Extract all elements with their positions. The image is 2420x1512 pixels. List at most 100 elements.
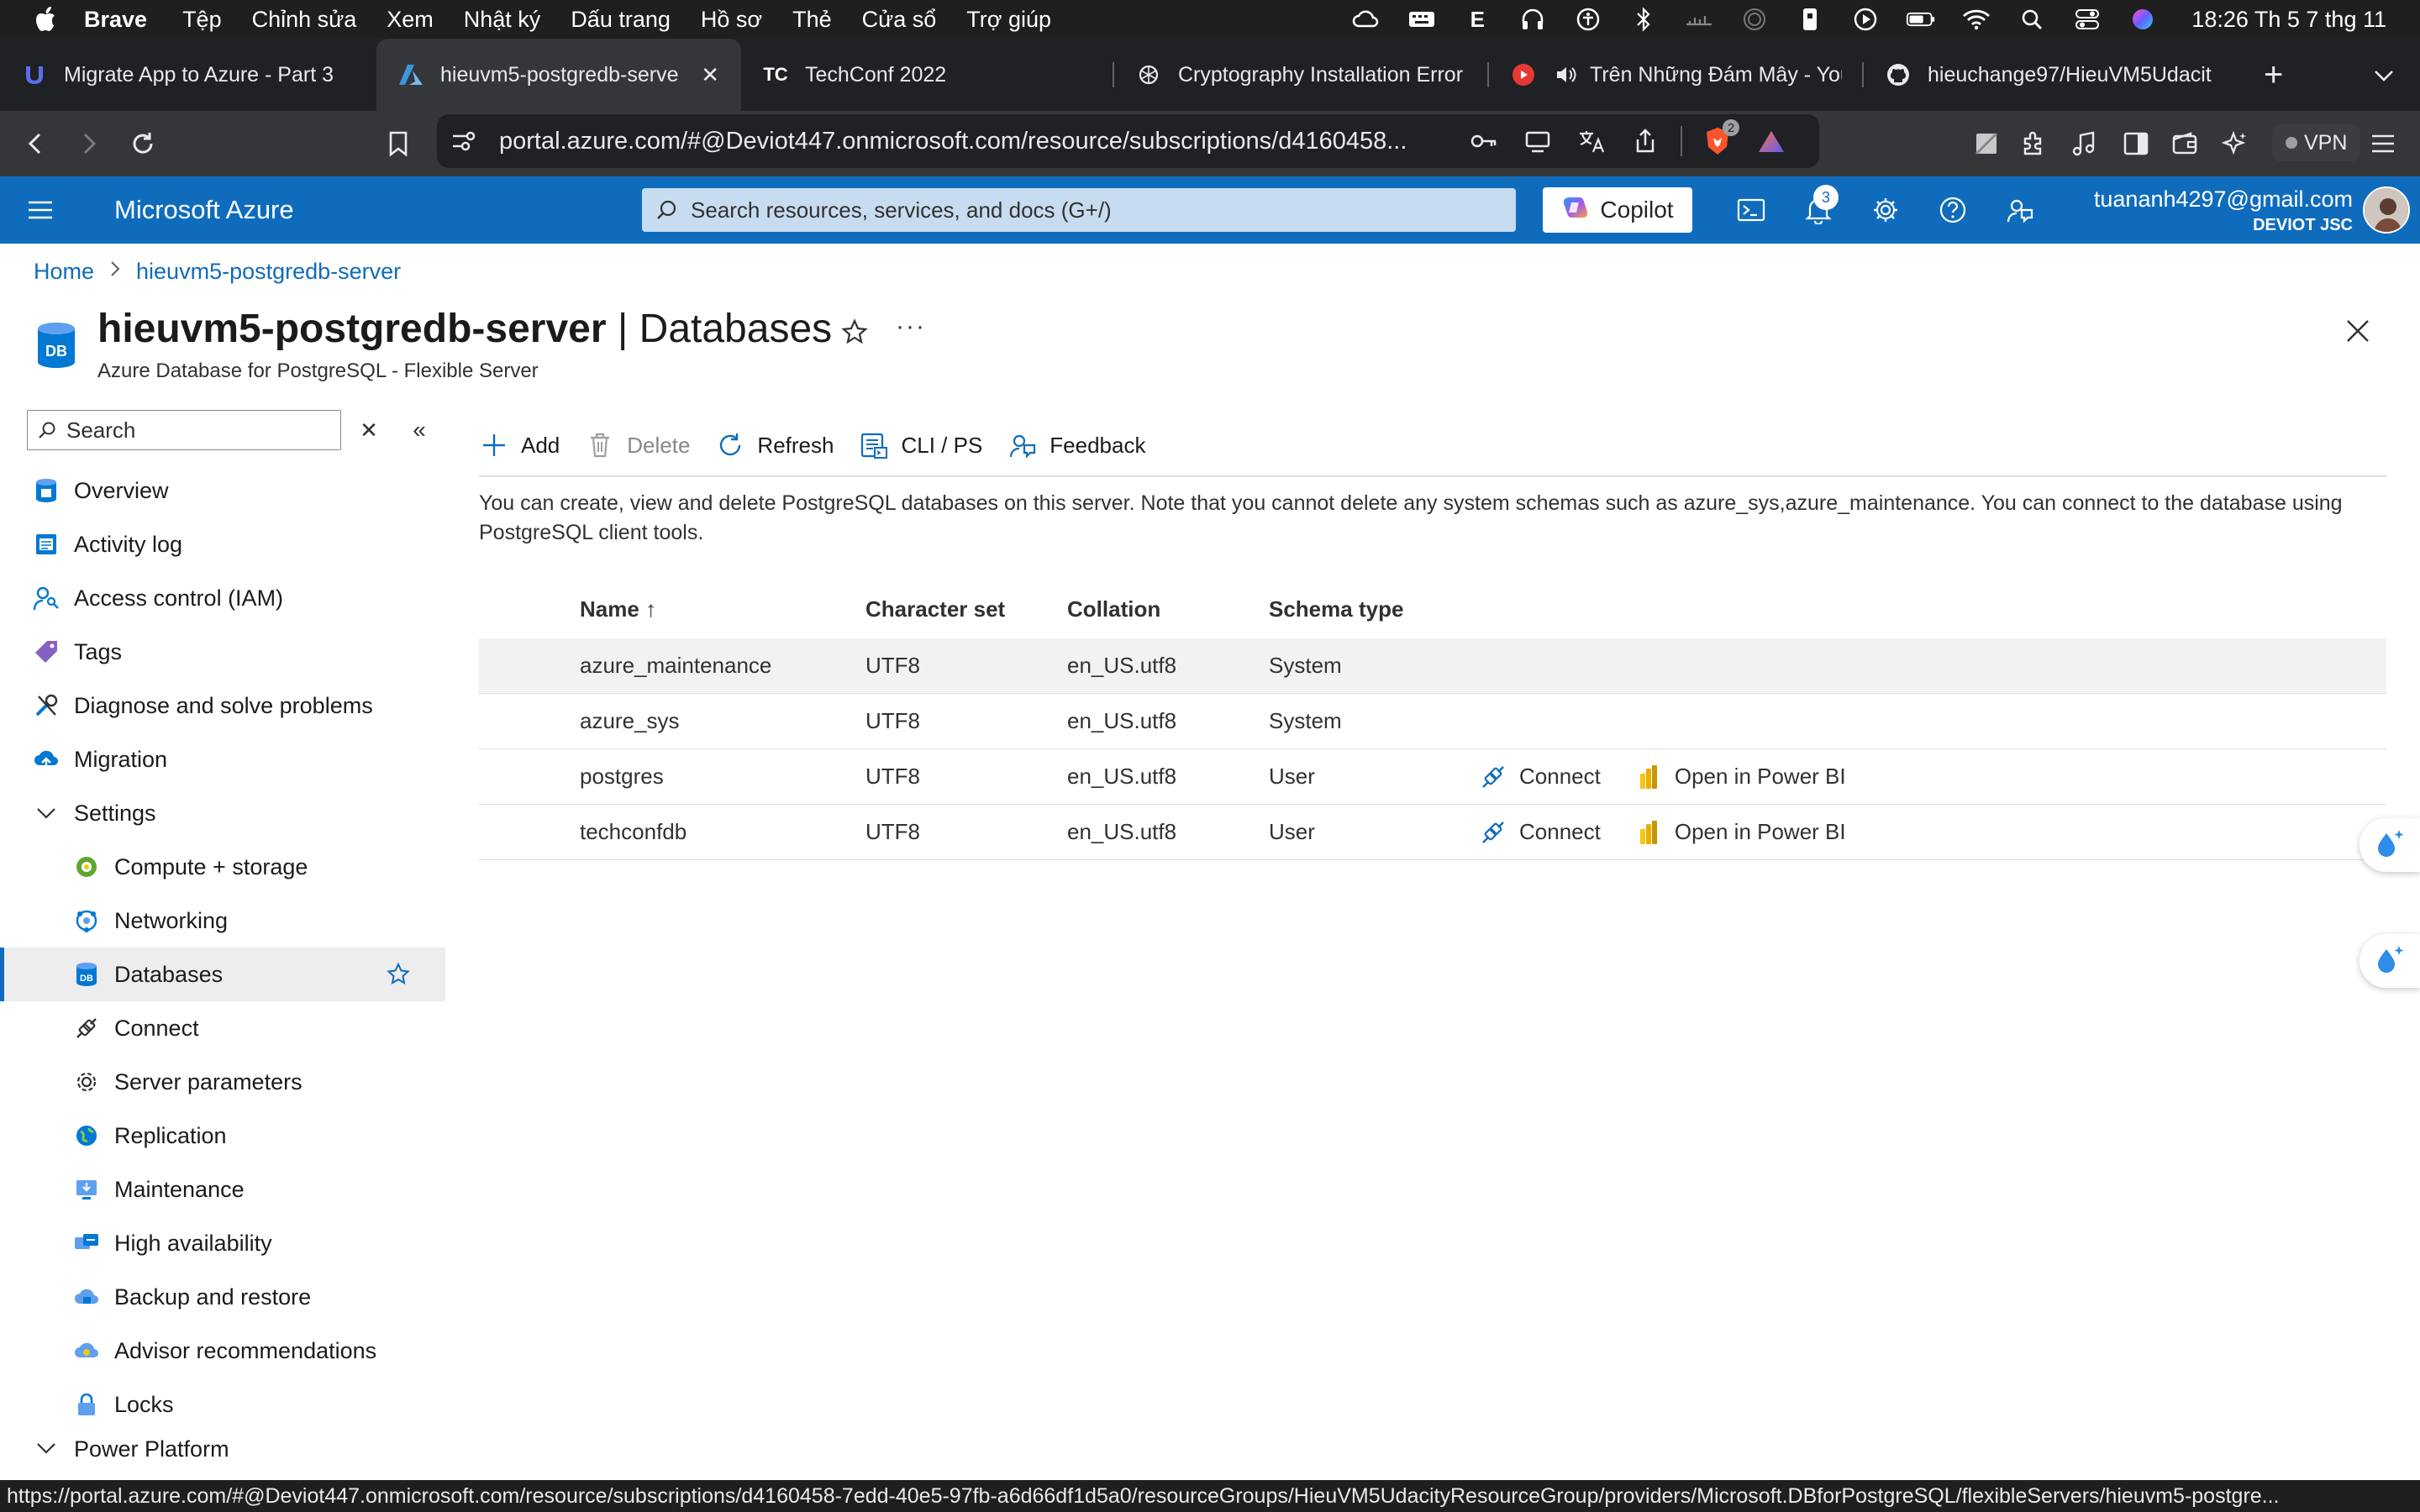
tab-azure-portal[interactable]: hieuvm5-postgredb-serve ✕ — [376, 39, 741, 111]
battery-icon[interactable] — [1906, 7, 1936, 32]
cloud-sync-icon[interactable] — [1351, 7, 1381, 32]
back-arrow-icon[interactable] — [17, 125, 54, 162]
column-header-charset[interactable]: Character set — [865, 596, 1067, 622]
tab-github[interactable]: hieuchange97/HieuVM5Udacit — [1864, 39, 2238, 111]
site-settings-icon[interactable] — [447, 129, 481, 153]
column-header-schema-type[interactable]: Schema type — [1269, 596, 1479, 622]
tab-youtube[interactable]: Trên Những Đám Mây - You — [1489, 39, 1864, 111]
brave-shields-icon[interactable]: 2 — [1699, 119, 1739, 158]
cloud-shell-icon[interactable] — [1734, 193, 1768, 227]
sidebar-item-diagnose[interactable]: Diagnose and solve problems — [0, 679, 445, 732]
column-header-collation[interactable]: Collation — [1067, 596, 1269, 622]
more-options-button[interactable]: ··· — [896, 312, 926, 341]
siri-icon[interactable] — [2128, 7, 2158, 32]
feedback-button[interactable]: Feedback — [1007, 430, 1145, 460]
help-question-icon[interactable] — [1936, 193, 1970, 227]
activity-monitor-icon[interactable] — [1684, 7, 1714, 32]
extensions-puzzle-icon[interactable] — [2015, 125, 2052, 162]
control-center-icon[interactable] — [2072, 7, 2102, 32]
breadcrumb-server[interactable]: hieuvm5-postgredb-server — [136, 259, 401, 285]
tab-chatgpt[interactable]: Cryptography Installation Error — [1114, 39, 1489, 111]
close-blade-icon[interactable] — [2341, 314, 2375, 348]
keyboard-icon[interactable] — [1407, 7, 1437, 32]
menu-tab[interactable]: Thẻ — [792, 7, 832, 33]
browser-menu-icon[interactable] — [2365, 125, 2402, 162]
menu-bookmarks[interactable]: Dấu trang — [571, 7, 671, 33]
leo-ai-icon[interactable] — [2217, 125, 2254, 162]
tab-techconf[interactable]: TC TechConf 2022 — [741, 39, 1114, 111]
open-in-power-bi-button[interactable]: Open in Power BI — [1634, 763, 1846, 791]
reload-icon[interactable] — [124, 125, 161, 162]
feedback-person-icon[interactable] — [2003, 193, 2037, 227]
menubar-clock[interactable]: 18:26 Th 5 7 thg 11 — [2191, 7, 2386, 33]
translate-icon[interactable] — [1573, 124, 1610, 158]
connect-button[interactable]: Connect — [1479, 818, 1601, 847]
spotlight-search-icon[interactable] — [2017, 7, 2047, 32]
apple-logo-icon[interactable] — [34, 6, 60, 33]
close-tab-icon[interactable]: ✕ — [701, 62, 719, 88]
avatar[interactable] — [2363, 186, 2410, 234]
assistant-float-button[interactable] — [2360, 818, 2420, 872]
menu-app-name[interactable]: Brave — [84, 7, 147, 33]
bluetooth-icon[interactable] — [1628, 7, 1659, 32]
wifi-icon[interactable] — [1961, 7, 1991, 32]
sidebar-item-migration[interactable]: Migration — [0, 732, 445, 786]
resource-menu-search[interactable]: Search — [27, 410, 341, 450]
table-row[interactable]: techconfdb UTF8 en_US.utf8 User Connect … — [479, 805, 2386, 860]
sidebar-item-tags[interactable]: Tags — [0, 625, 445, 679]
global-search-input[interactable]: Search resources, services, and docs (G+… — [642, 188, 1516, 232]
assistant-float-button[interactable] — [2360, 934, 2420, 988]
table-row[interactable]: azure_sys UTF8 en_US.utf8 System — [479, 694, 2386, 749]
url-text[interactable]: portal.azure.com/#@Deviot447.onmicrosoft… — [499, 128, 1449, 155]
new-tab-button[interactable]: + — [2264, 56, 2283, 94]
breadcrumb-home[interactable]: Home — [34, 259, 94, 285]
menu-history[interactable]: Nhật ký — [464, 7, 541, 33]
sidebar-toggle-icon[interactable] — [2118, 125, 2154, 162]
forward-arrow-icon[interactable] — [71, 125, 108, 162]
clear-search-icon[interactable]: ✕ — [356, 415, 381, 445]
menu-help[interactable]: Trợ giúp — [966, 7, 1051, 33]
column-header-name[interactable]: Name ↑ — [479, 596, 865, 622]
tab-list-chevron-icon[interactable] — [2373, 62, 2395, 88]
speaker-icon[interactable] — [1553, 62, 1578, 87]
favorite-star-icon[interactable] — [385, 961, 412, 988]
play-circle-icon[interactable] — [1850, 7, 1881, 32]
cli-ps-button[interactable]: CLI / PS — [859, 430, 982, 460]
sidebar-item-activity-log[interactable]: Activity log — [0, 517, 445, 571]
menu-profiles[interactable]: Hồ sơ — [701, 7, 762, 33]
settings-gear-icon[interactable] — [1869, 193, 1902, 227]
tab-udacity[interactable]: Migrate App to Azure - Part 3 — [0, 39, 376, 111]
sidebar-item-access-control[interactable]: Access control (IAM) — [0, 571, 445, 625]
sidebar-item-overview[interactable]: Overview — [0, 464, 445, 517]
usb-icon[interactable] — [1795, 7, 1825, 32]
azure-brand[interactable]: Microsoft Azure — [114, 195, 294, 225]
table-row[interactable]: azure_maintenance UTF8 en_US.utf8 System — [479, 638, 2386, 694]
sidebar-item-databases[interactable]: DB Databases — [0, 948, 445, 1001]
sidebar-item-advisor[interactable]: Advisor recommendations — [0, 1324, 445, 1378]
screenshot-extension-icon[interactable] — [1968, 125, 2005, 162]
wallet-icon[interactable] — [2166, 125, 2203, 162]
menu-window[interactable]: Cửa sổ — [862, 7, 937, 33]
sidebar-group-power-platform[interactable]: Power Platform — [0, 1431, 445, 1472]
sidebar-item-networking[interactable]: Networking — [0, 894, 445, 948]
headphones-icon[interactable] — [1518, 7, 1548, 32]
music-note-icon[interactable] — [2065, 125, 2102, 162]
copilot-button[interactable]: Copilot — [1543, 187, 1692, 233]
share-icon[interactable] — [1627, 124, 1664, 158]
cast-icon[interactable] — [1519, 124, 1556, 158]
open-in-power-bi-button[interactable]: Open in Power BI — [1634, 818, 1846, 847]
sidebar-item-backup-restore[interactable]: Backup and restore — [0, 1270, 445, 1324]
table-row[interactable]: postgres UTF8 en_US.utf8 User Connect Op… — [479, 749, 2386, 805]
collapse-menu-icon[interactable]: « — [407, 415, 432, 445]
connect-button[interactable]: Connect — [1479, 763, 1601, 791]
input-e-icon[interactable]: E — [1462, 7, 1492, 32]
sidebar-item-connect[interactable]: Connect — [0, 1001, 445, 1055]
menu-edit[interactable]: Chỉnh sửa — [252, 7, 357, 33]
menu-file[interactable]: Tệp — [182, 7, 222, 33]
sidebar-group-settings[interactable]: Settings — [0, 786, 445, 840]
sidebar-item-compute-storage[interactable]: Compute + storage — [0, 840, 445, 894]
refresh-button[interactable]: Refresh — [715, 430, 834, 460]
address-bar[interactable]: portal.azure.com/#@Deviot447.onmicrosoft… — [437, 114, 1819, 168]
add-button[interactable]: Add — [479, 430, 560, 460]
sidebar-item-locks[interactable]: Locks — [0, 1378, 445, 1431]
